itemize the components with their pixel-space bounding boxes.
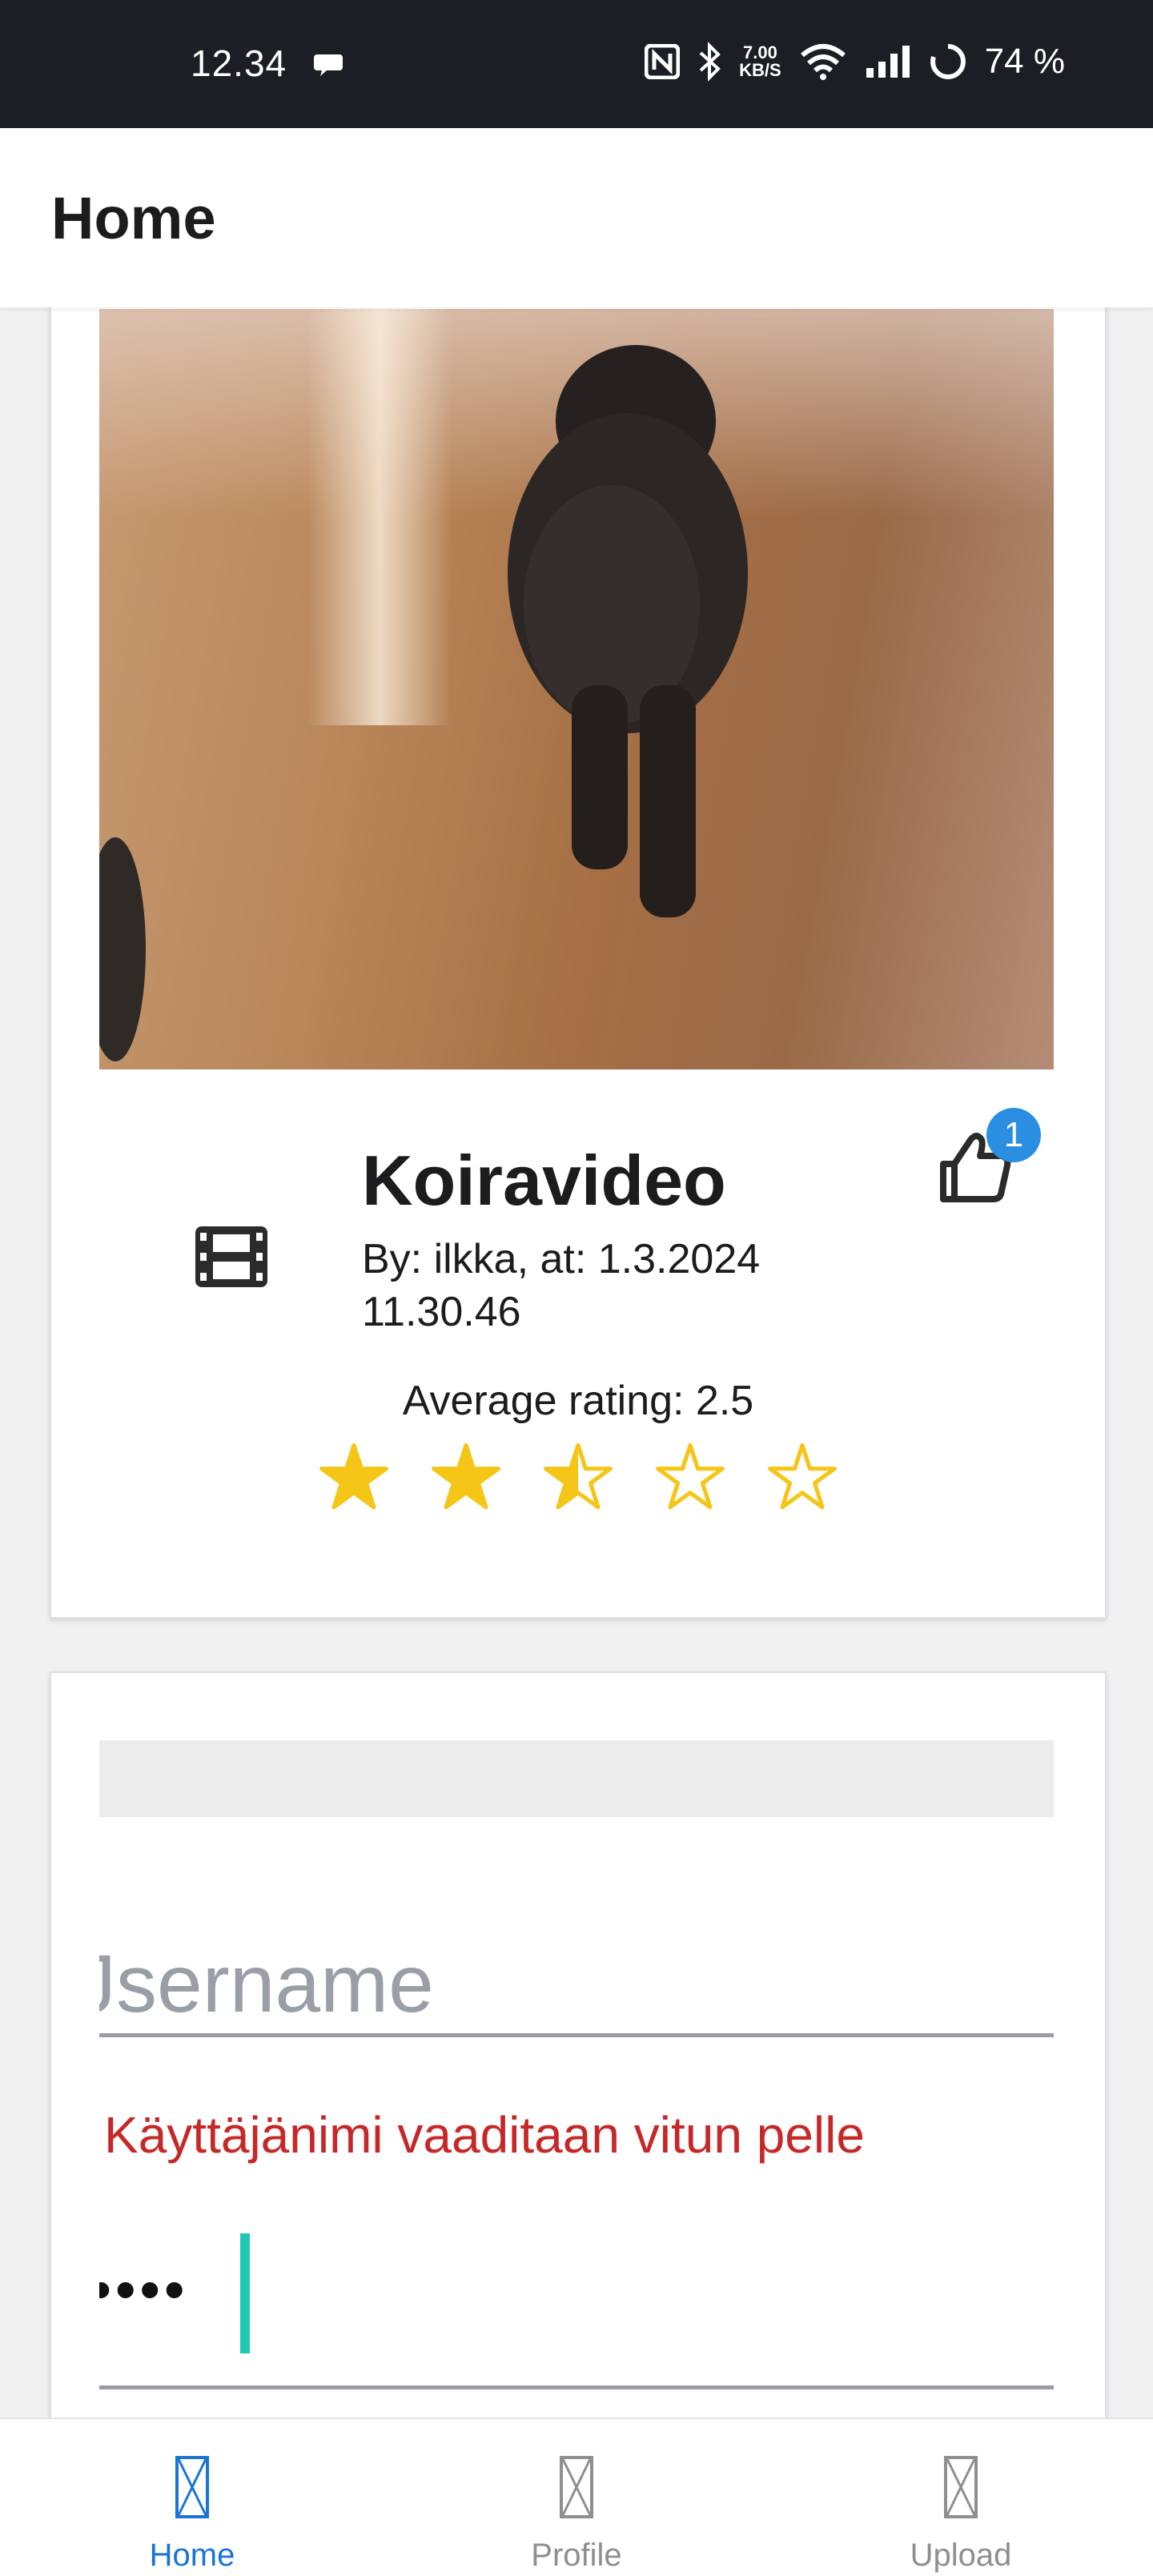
chat-bubble-icon [314,54,343,76]
dog-figure [508,345,748,917]
bluetooth-icon [699,42,721,82]
password-value: •••• [99,2258,190,2321]
tab-profile-label: Profile [531,2538,622,2573]
home-icon [175,2456,209,2518]
profile-icon [560,2456,593,2518]
media-card[interactable]: Koiravideo By: ilkka, at: 1.3.2024 11.30… [50,307,1107,1619]
username-field[interactable]: Jsername [99,1905,1054,2037]
post-meta: By: ilkka, at: 1.3.2024 11.30.46 [362,1236,761,1335]
star-half-icon[interactable] [544,1442,613,1511]
app-header: Home [0,128,1153,307]
post-title: Koiravideo [362,1141,726,1220]
film-icon [195,1226,267,1287]
star-empty-icon[interactable] [768,1442,837,1511]
tab-upload-label: Upload [910,2538,1012,2573]
battery-ring-icon [930,43,966,79]
thumbnail-edge-object [99,837,146,1061]
star-empty-icon[interactable] [656,1442,725,1511]
tab-profile[interactable]: Profile [384,2419,769,2576]
net-speed-value: 7.00 [743,42,777,62]
tab-home-label: Home [149,2538,235,2573]
status-icons: 7.00 KB/S 74 % [645,42,1065,82]
bottom-tab-bar: Home Profile Upload [0,2418,1153,2576]
battery-percent: 74 % [984,42,1065,81]
star-filled-icon[interactable] [319,1442,388,1511]
signal-icon [866,46,910,78]
average-rating: Average rating: 2.5 [402,1378,754,1424]
thumbnail-light [307,309,452,725]
tab-home[interactable]: Home [0,2419,384,2576]
star-filled-icon[interactable] [432,1442,500,1511]
username-error: Käyttäjänimi vaaditaan vitun pelle [104,2106,865,2164]
media-thumbnail[interactable] [99,309,1054,1069]
status-time: 12.34 [191,42,287,84]
form-header-band [99,1740,1054,1817]
upload-icon [944,2456,978,2518]
net-speed: 7.00 KB/S [739,44,781,79]
page-title: Home [51,185,216,251]
password-field[interactable]: •••• [99,2225,1054,2389]
nfc-icon [645,44,681,79]
tab-upload[interactable]: Upload [769,2419,1153,2576]
media-list[interactable]: Koiravideo By: ilkka, at: 1.3.2024 11.30… [0,307,1153,2418]
net-speed-unit: KB/S [739,60,781,80]
form-card: Jsername Käyttäjänimi vaaditaan vitun pe… [50,1671,1107,2418]
wifi-icon [800,44,846,80]
status-bar: 12.34 7.00 KB/S 74 % [0,0,1153,128]
rating-stars[interactable] [51,1442,1105,1511]
username-placeholder: Jsername [99,1938,434,2029]
text-caret [240,2233,250,2353]
like-count-badge: 1 [986,1108,1041,1162]
